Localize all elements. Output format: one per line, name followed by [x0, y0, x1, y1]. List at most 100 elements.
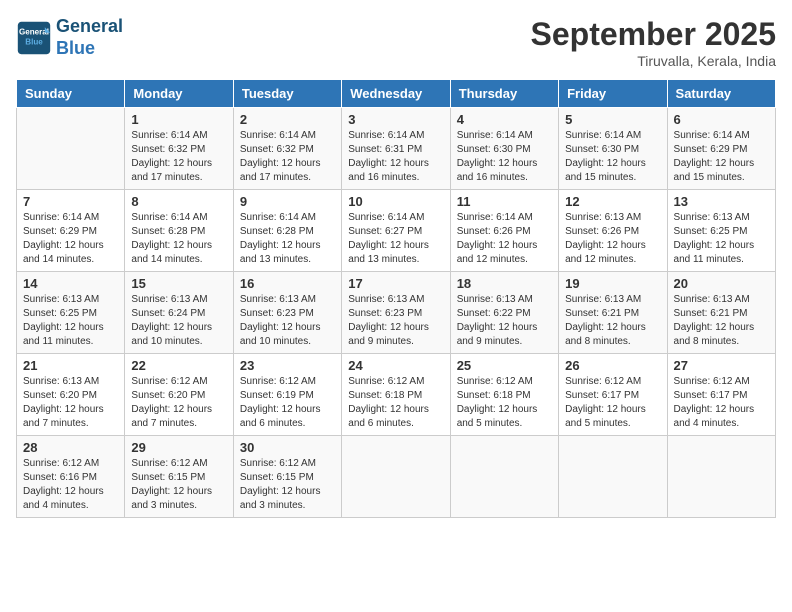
day-number: 8	[131, 194, 226, 209]
logo-line1: General	[56, 16, 123, 36]
logo-line2: Blue	[56, 38, 95, 58]
day-number: 26	[565, 358, 660, 373]
calendar-cell: 18 Sunrise: 6:13 AMSunset: 6:22 PMDayligh…	[450, 272, 558, 354]
logo-icon: General Blue	[16, 20, 52, 56]
day-info: Sunrise: 6:12 AMSunset: 6:15 PMDaylight:…	[240, 457, 335, 513]
day-number: 14	[23, 276, 118, 291]
calendar-cell: 10Sunrise: 6:14 AMSunset: 6:27 PMDayligh…	[342, 190, 450, 272]
calendar-cell: 8 Sunrise: 6:14 AMSunset: 6:28 PMDaylight…	[125, 190, 233, 272]
calendar-cell: 14 Sunrise: 6:13 AMSunset: 6:25 PMDayligh…	[17, 272, 125, 354]
day-number: 9	[240, 194, 335, 209]
calendar-week-row: 28 Sunrise: 6:12 AMSunset: 6:16 PMDayligh…	[17, 436, 776, 518]
day-info: Sunrise: 6:14 AMSunset: 6:29 PMDaylight:…	[23, 211, 118, 267]
header-wednesday: Wednesday	[342, 80, 450, 108]
day-number: 21	[23, 358, 118, 373]
day-info: Sunrise: 6:13 AMSunset: 6:22 PMDaylight:…	[457, 293, 552, 349]
day-info: Sunrise: 6:13 AMSunset: 6:25 PMDaylight:…	[674, 211, 769, 267]
day-info: Sunrise: 6:14 AMSunset: 6:26 PMDaylight:…	[457, 211, 552, 267]
calendar-cell: 16 Sunrise: 6:13 AMSunset: 6:23 PMDayligh…	[233, 272, 341, 354]
month-title: September 2025	[531, 16, 776, 53]
calendar-cell: 3 Sunrise: 6:14 AMSunset: 6:31 PMDaylight…	[342, 108, 450, 190]
location: Tiruvalla, Kerala, India	[531, 53, 776, 69]
day-number: 20	[674, 276, 769, 291]
calendar-cell: 28 Sunrise: 6:12 AMSunset: 6:16 PMDayligh…	[17, 436, 125, 518]
day-number: 5	[565, 112, 660, 127]
day-info: Sunrise: 6:14 AMSunset: 6:31 PMDaylight:…	[348, 129, 443, 185]
day-number: 25	[457, 358, 552, 373]
header-monday: Monday	[125, 80, 233, 108]
calendar-week-row: 14 Sunrise: 6:13 AMSunset: 6:25 PMDayligh…	[17, 272, 776, 354]
header-saturday: Saturday	[667, 80, 775, 108]
day-number: 29	[131, 440, 226, 455]
svg-text:General: General	[19, 27, 49, 36]
calendar-table: SundayMondayTuesdayWednesdayThursdayFrid…	[16, 79, 776, 518]
day-info: Sunrise: 6:13 AMSunset: 6:26 PMDaylight:…	[565, 211, 660, 267]
day-info: Sunrise: 6:14 AMSunset: 6:28 PMDaylight:…	[240, 211, 335, 267]
day-info: Sunrise: 6:12 AMSunset: 6:18 PMDaylight:…	[348, 375, 443, 431]
day-info: Sunrise: 6:14 AMSunset: 6:30 PMDaylight:…	[457, 129, 552, 185]
day-number: 7	[23, 194, 118, 209]
day-number: 6	[674, 112, 769, 127]
day-number: 1	[131, 112, 226, 127]
header-thursday: Thursday	[450, 80, 558, 108]
day-number: 15	[131, 276, 226, 291]
calendar-cell: 1 Sunrise: 6:14 AMSunset: 6:32 PMDaylight…	[125, 108, 233, 190]
calendar-cell: 9 Sunrise: 6:14 AMSunset: 6:28 PMDaylight…	[233, 190, 341, 272]
calendar-cell: 21 Sunrise: 6:13 AMSunset: 6:20 PMDayligh…	[17, 354, 125, 436]
day-number: 24	[348, 358, 443, 373]
day-number: 23	[240, 358, 335, 373]
day-info: Sunrise: 6:13 AMSunset: 6:23 PMDaylight:…	[240, 293, 335, 349]
day-info: Sunrise: 6:13 AMSunset: 6:20 PMDaylight:…	[23, 375, 118, 431]
day-info: Sunrise: 6:14 AMSunset: 6:30 PMDaylight:…	[565, 129, 660, 185]
day-info: Sunrise: 6:12 AMSunset: 6:18 PMDaylight:…	[457, 375, 552, 431]
day-info: Sunrise: 6:14 AMSunset: 6:32 PMDaylight:…	[131, 129, 226, 185]
title-section: September 2025 Tiruvalla, Kerala, India	[531, 16, 776, 69]
day-info: Sunrise: 6:14 AMSunset: 6:27 PMDaylight:…	[348, 211, 443, 267]
calendar-cell	[450, 436, 558, 518]
calendar-cell: 22 Sunrise: 6:12 AMSunset: 6:20 PMDayligh…	[125, 354, 233, 436]
calendar-cell: 25 Sunrise: 6:12 AMSunset: 6:18 PMDayligh…	[450, 354, 558, 436]
calendar-cell: 13 Sunrise: 6:13 AMSunset: 6:25 PMDayligh…	[667, 190, 775, 272]
header-tuesday: Tuesday	[233, 80, 341, 108]
calendar-cell	[342, 436, 450, 518]
svg-text:Blue: Blue	[25, 37, 43, 46]
page-header: General Blue General Blue September 2025…	[16, 16, 776, 69]
calendar-week-row: 21 Sunrise: 6:13 AMSunset: 6:20 PMDayligh…	[17, 354, 776, 436]
calendar-cell: 24 Sunrise: 6:12 AMSunset: 6:18 PMDayligh…	[342, 354, 450, 436]
calendar-cell: 20Sunrise: 6:13 AMSunset: 6:21 PMDayligh…	[667, 272, 775, 354]
day-info: Sunrise: 6:12 AMSunset: 6:17 PMDaylight:…	[565, 375, 660, 431]
calendar-cell: 23 Sunrise: 6:12 AMSunset: 6:19 PMDayligh…	[233, 354, 341, 436]
day-info: Sunrise: 6:14 AMSunset: 6:29 PMDaylight:…	[674, 129, 769, 185]
day-number: 13	[674, 194, 769, 209]
logo-text: General Blue	[56, 16, 123, 59]
day-info: Sunrise: 6:12 AMSunset: 6:16 PMDaylight:…	[23, 457, 118, 513]
day-number: 2	[240, 112, 335, 127]
calendar-cell	[559, 436, 667, 518]
day-info: Sunrise: 6:12 AMSunset: 6:19 PMDaylight:…	[240, 375, 335, 431]
calendar-cell: 7 Sunrise: 6:14 AMSunset: 6:29 PMDaylight…	[17, 190, 125, 272]
day-info: Sunrise: 6:14 AMSunset: 6:28 PMDaylight:…	[131, 211, 226, 267]
calendar-cell	[667, 436, 775, 518]
logo: General Blue General Blue	[16, 16, 123, 59]
calendar-week-row: 7 Sunrise: 6:14 AMSunset: 6:29 PMDaylight…	[17, 190, 776, 272]
day-number: 11	[457, 194, 552, 209]
day-number: 16	[240, 276, 335, 291]
day-number: 3	[348, 112, 443, 127]
day-info: Sunrise: 6:12 AMSunset: 6:20 PMDaylight:…	[131, 375, 226, 431]
day-info: Sunrise: 6:13 AMSunset: 6:25 PMDaylight:…	[23, 293, 118, 349]
day-number: 27	[674, 358, 769, 373]
day-number: 19	[565, 276, 660, 291]
calendar-cell: 12Sunrise: 6:13 AMSunset: 6:26 PMDayligh…	[559, 190, 667, 272]
day-info: Sunrise: 6:13 AMSunset: 6:21 PMDaylight:…	[565, 293, 660, 349]
calendar-cell: 6 Sunrise: 6:14 AMSunset: 6:29 PMDaylight…	[667, 108, 775, 190]
calendar-cell: 29 Sunrise: 6:12 AMSunset: 6:15 PMDayligh…	[125, 436, 233, 518]
day-info: Sunrise: 6:12 AMSunset: 6:15 PMDaylight:…	[131, 457, 226, 513]
day-number: 18	[457, 276, 552, 291]
day-number: 22	[131, 358, 226, 373]
day-info: Sunrise: 6:13 AMSunset: 6:23 PMDaylight:…	[348, 293, 443, 349]
calendar-week-row: 1 Sunrise: 6:14 AMSunset: 6:32 PMDaylight…	[17, 108, 776, 190]
day-number: 28	[23, 440, 118, 455]
day-number: 4	[457, 112, 552, 127]
day-info: Sunrise: 6:14 AMSunset: 6:32 PMDaylight:…	[240, 129, 335, 185]
calendar-cell: 27Sunrise: 6:12 AMSunset: 6:17 PMDayligh…	[667, 354, 775, 436]
